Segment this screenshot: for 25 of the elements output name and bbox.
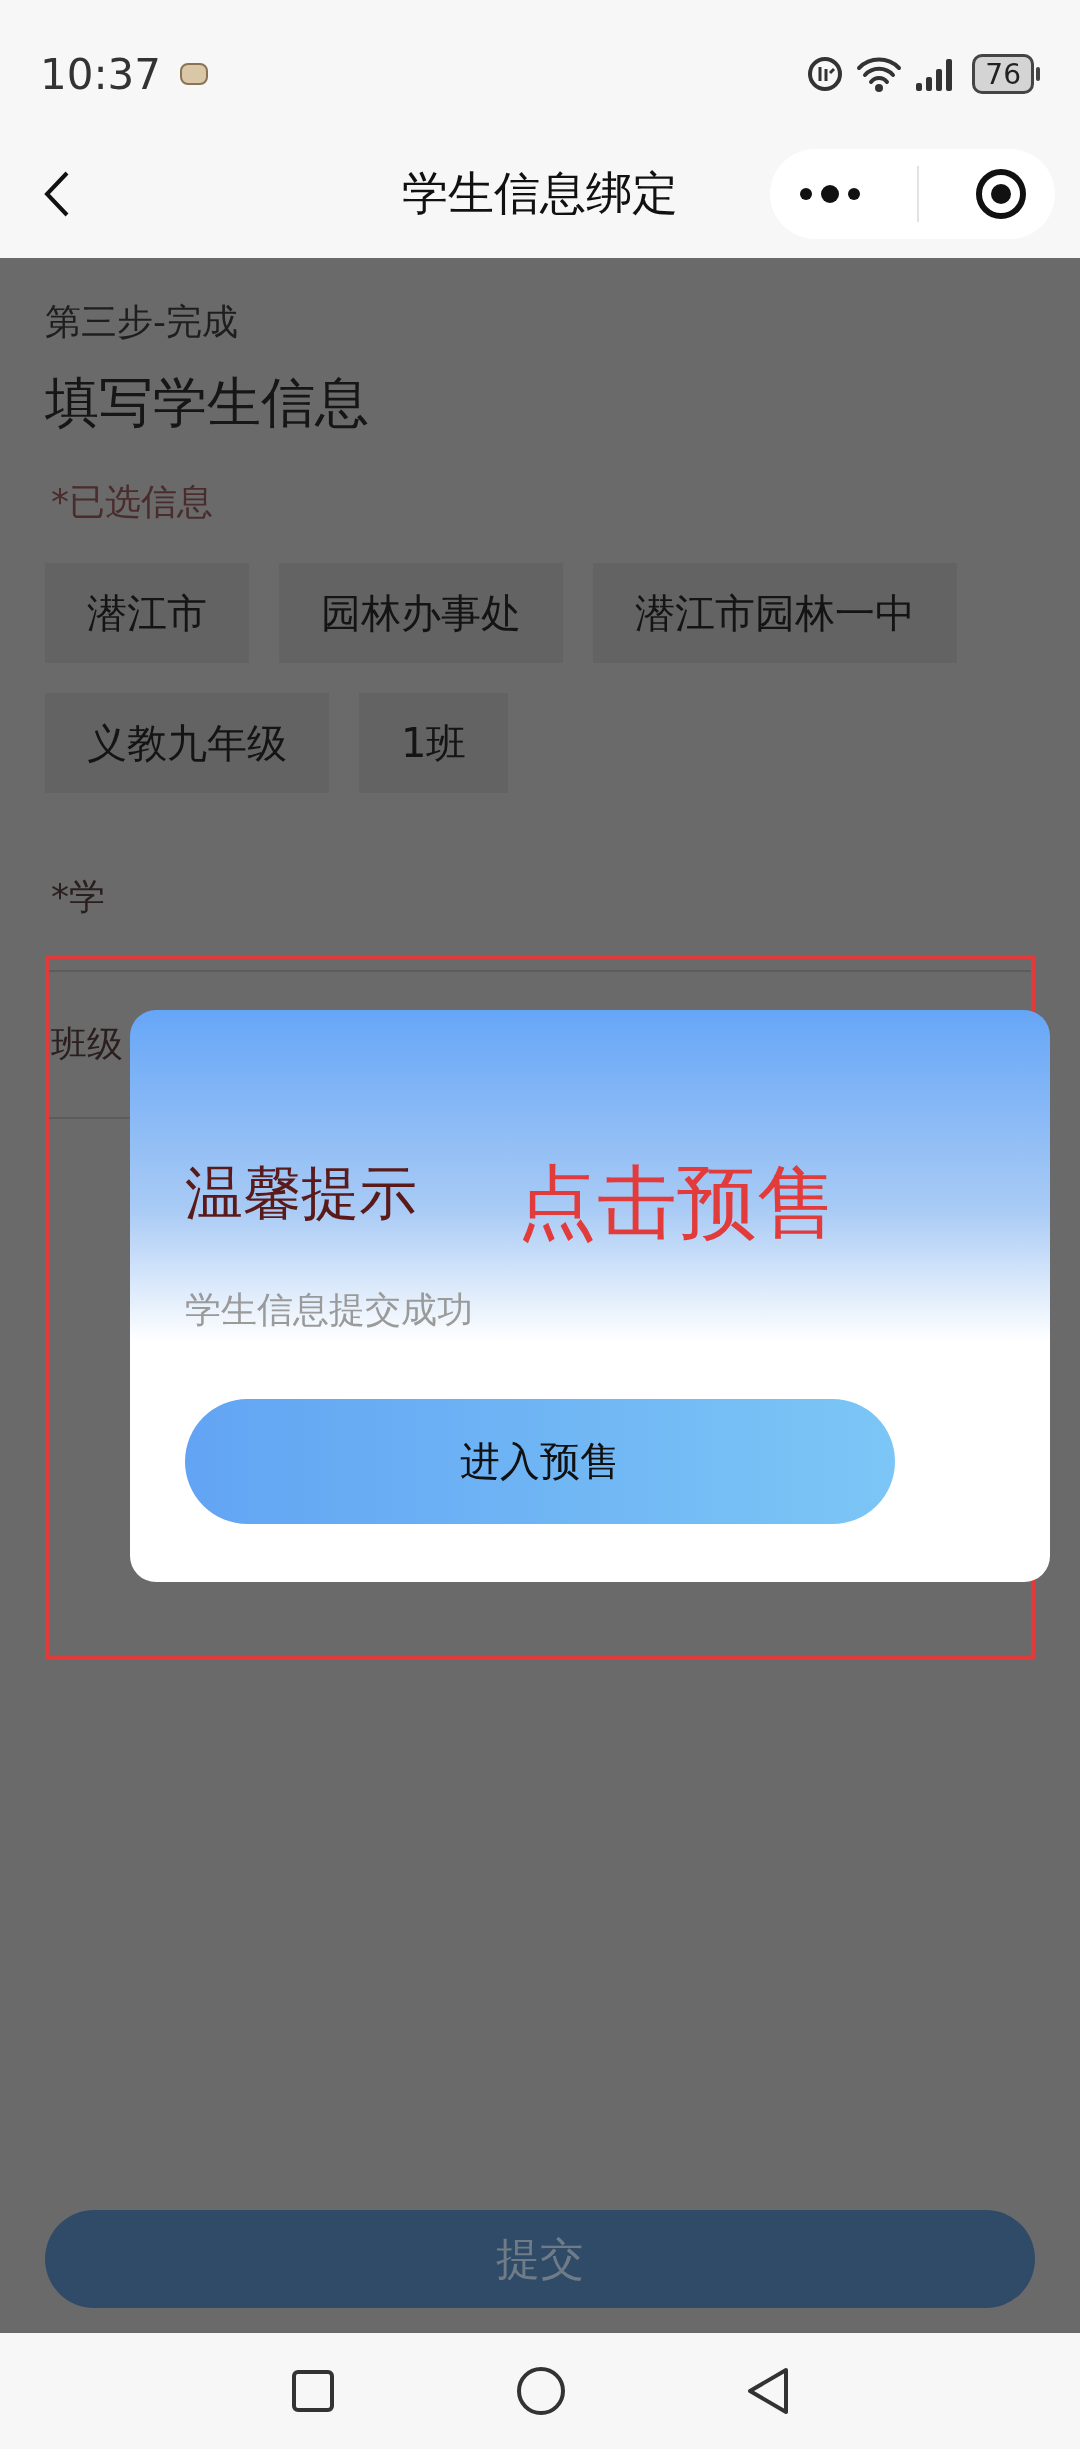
annotation-text: 点击预售 — [517, 1155, 837, 1251]
info-chip: 园林办事处 — [279, 563, 563, 663]
more-icon[interactable] — [797, 184, 862, 204]
step-label: 第三步-完成 — [45, 300, 239, 344]
wifi-icon — [856, 55, 903, 93]
data-saver-icon — [806, 55, 845, 93]
battery-level: 76 — [985, 57, 1021, 91]
back-nav-icon[interactable] — [746, 2366, 790, 2416]
dialog-message: 学生信息提交成功 — [185, 1288, 474, 1332]
page-title: 学生信息绑定 — [402, 165, 678, 222]
section-heading: 填写学生信息 — [45, 370, 370, 436]
recents-icon[interactable] — [290, 2368, 336, 2414]
presale-button[interactable]: 进入预售 — [185, 1399, 895, 1524]
dialog-title: 温馨提示 — [185, 1158, 417, 1229]
info-chip: 义教九年级 — [45, 693, 329, 793]
info-chip: 潜江市园林一中 — [593, 563, 957, 663]
home-icon[interactable] — [516, 2366, 566, 2416]
notification-icon — [179, 61, 210, 87]
info-chip: 1班 — [359, 693, 509, 793]
field-label: 班级 — [50, 1022, 123, 1066]
selected-info-label: *已选信息 — [50, 480, 214, 524]
field-label: *学 — [50, 875, 105, 919]
info-chip: 潜江市 — [45, 563, 249, 663]
status-time: 10:37 — [40, 49, 162, 99]
target-icon[interactable] — [973, 167, 1028, 221]
